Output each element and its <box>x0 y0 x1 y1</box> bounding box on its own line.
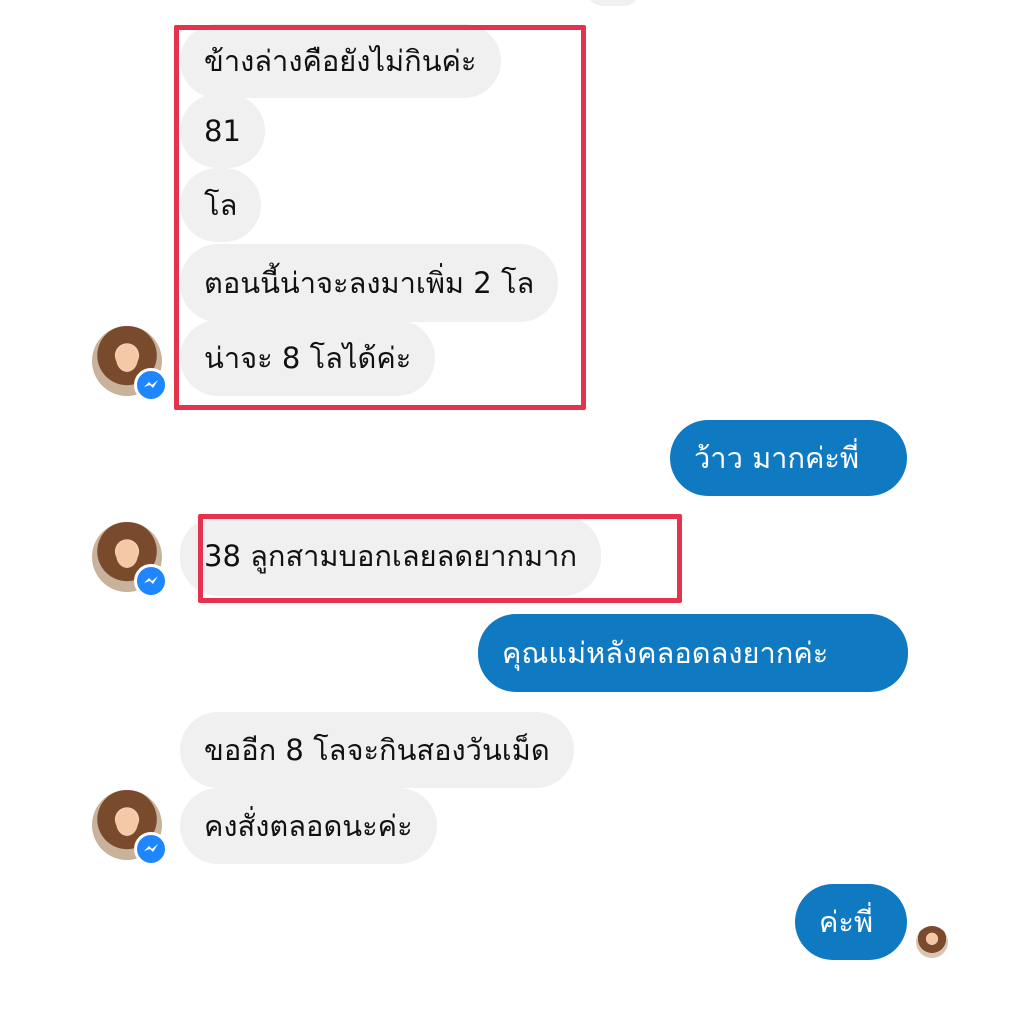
seen-avatar <box>916 926 948 958</box>
outgoing-message-bubble[interactable]: ค่ะพี่ <box>795 884 907 960</box>
avatar-face <box>116 808 138 836</box>
contact-avatar[interactable] <box>92 326 168 402</box>
contact-avatar[interactable] <box>92 790 168 866</box>
avatar-face <box>116 540 138 568</box>
highlight-box <box>174 25 586 410</box>
outgoing-message-bubble[interactable]: คุณแม่หลังคลอดลงยากค่ะ <box>478 614 908 692</box>
highlight-box <box>198 514 682 603</box>
avatar-face <box>116 344 138 372</box>
outgoing-message-bubble[interactable]: ว้าว มากค่ะพี่ <box>670 420 907 496</box>
messenger-icon <box>134 832 168 866</box>
contact-avatar[interactable] <box>92 522 168 598</box>
incoming-message-bubble[interactable]: คงสั่งตลอดนะค่ะ <box>180 788 437 864</box>
messenger-icon <box>134 564 168 598</box>
previous-message-bubble <box>586 0 640 6</box>
incoming-message-bubble[interactable]: ขออีก 8 โลจะกินสองวันเม็ด <box>180 712 574 788</box>
messenger-icon <box>134 368 168 402</box>
